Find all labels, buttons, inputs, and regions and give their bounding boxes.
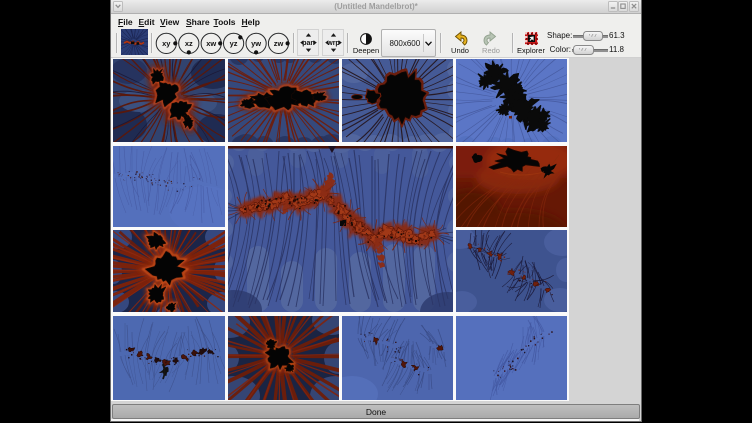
svg-text:zw: zw — [274, 39, 284, 48]
svg-text:wrp: wrp — [326, 40, 339, 47]
svg-text:xz: xz — [185, 39, 193, 48]
svg-text:pan: pan — [302, 40, 314, 47]
svg-text:xy: xy — [162, 39, 171, 48]
svg-text:xw: xw — [206, 39, 216, 48]
svg-text:yz: yz — [230, 39, 238, 48]
svg-text:yw: yw — [251, 39, 261, 48]
